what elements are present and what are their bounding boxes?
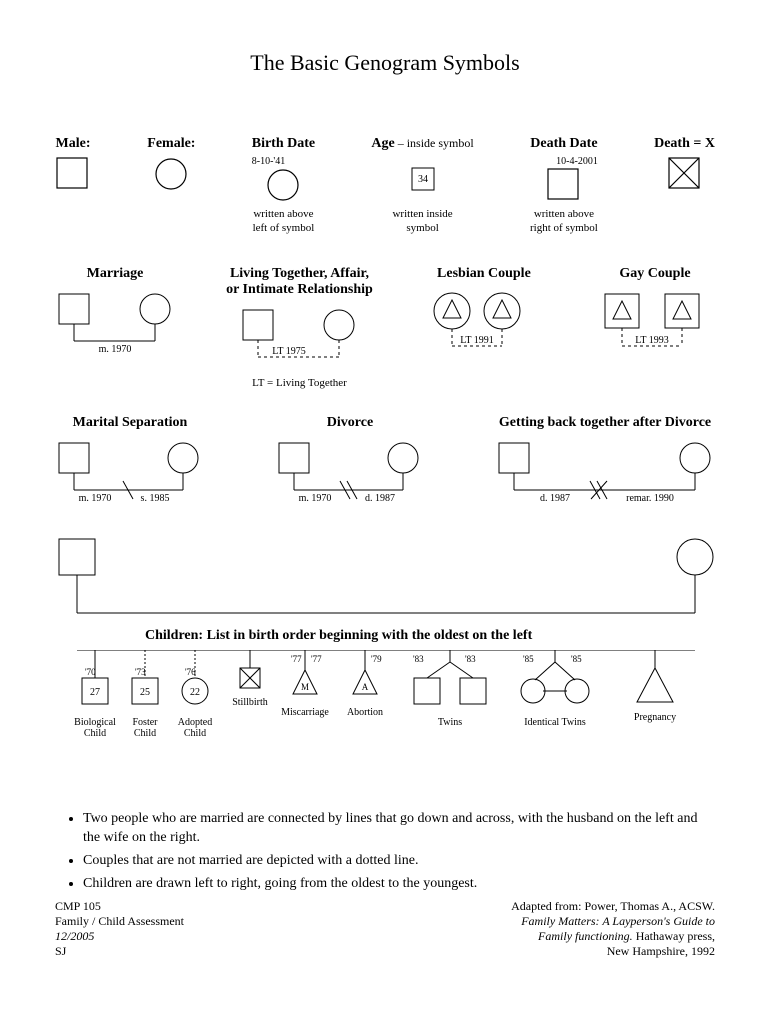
svg-text:d. 1987: d. 1987 xyxy=(365,493,395,504)
svg-text:Twins: Twins xyxy=(438,717,462,728)
female-symbol: Female: xyxy=(147,136,195,236)
svg-text:Child: Child xyxy=(184,728,206,739)
svg-text:Child: Child xyxy=(134,728,156,739)
svg-text:m. 1970: m. 1970 xyxy=(79,493,112,504)
lesbian-couple-symbol: Lesbian Couple LT 1991 xyxy=(424,266,544,390)
svg-text:m. 1970: m. 1970 xyxy=(99,344,132,355)
note-2: Couples that are not married are depicte… xyxy=(83,852,715,871)
svg-text:Pregnancy: Pregnancy xyxy=(634,712,676,723)
svg-text:M: M xyxy=(301,682,309,692)
svg-text:Adopted: Adopted xyxy=(178,717,212,728)
gay-couple-symbol: Gay Couple LT 1993 xyxy=(595,266,715,390)
svg-text:'77: '77 xyxy=(291,654,302,664)
birthdate-symbol: Birth Date 8-10-'41 written above left o… xyxy=(252,136,315,236)
remarriage-symbol: Getting back together after Divorce d. 1… xyxy=(495,415,715,510)
row-relationships: Marriage m. 1970 Living Together, Affair… xyxy=(55,266,715,390)
footer: CMP 105 Family / Child Assessment 12/200… xyxy=(55,899,715,959)
children-diagram: Children: List in birth order beginning … xyxy=(55,535,715,760)
svg-text:d. 1987: d. 1987 xyxy=(540,493,570,504)
svg-text:'70: '70 xyxy=(85,667,96,677)
svg-text:'83: '83 xyxy=(465,654,476,664)
svg-text:Foster: Foster xyxy=(133,717,159,728)
deathdate-symbol: Death Date 10-4-2001 written above right… xyxy=(530,136,598,236)
svg-text:Child: Child xyxy=(84,728,106,739)
svg-text:LT 1975: LT 1975 xyxy=(273,346,307,357)
svg-text:LT 1993: LT 1993 xyxy=(635,335,669,346)
svg-text:'77: '77 xyxy=(311,654,322,664)
svg-text:27: 27 xyxy=(90,687,100,698)
svg-text:remar. 1990: remar. 1990 xyxy=(626,493,674,504)
svg-text:Abortion: Abortion xyxy=(347,707,383,718)
male-symbol: Male: xyxy=(55,136,91,236)
note-3: Children are drawn left to right, going … xyxy=(83,875,715,894)
page-title: The Basic Genogram Symbols xyxy=(55,50,715,76)
svg-text:22: 22 xyxy=(190,687,200,698)
svg-text:'76: '76 xyxy=(185,667,196,677)
living-together-symbol: Living Together, Affair, or Intimate Rel… xyxy=(226,266,373,390)
notes-list: Two people who are married are connected… xyxy=(55,810,715,894)
svg-text:'85: '85 xyxy=(571,654,582,664)
svg-text:LT 1991: LT 1991 xyxy=(460,335,494,346)
svg-text:'79: '79 xyxy=(371,654,382,664)
svg-text:'83: '83 xyxy=(413,654,424,664)
svg-text:Biological: Biological xyxy=(74,717,116,728)
note-1: Two people who are married are connected… xyxy=(83,810,715,848)
svg-text:34: 34 xyxy=(418,174,428,185)
age-symbol: Age – inside symbol 34 written inside sy… xyxy=(371,136,473,236)
svg-text:Miscarriage: Miscarriage xyxy=(281,707,329,718)
svg-text:'85: '85 xyxy=(523,654,534,664)
separation-symbol: Marital Separation m. 1970 s. 1985 xyxy=(55,415,205,510)
svg-text:Stillbirth: Stillbirth xyxy=(232,697,268,708)
svg-text:s. 1985: s. 1985 xyxy=(141,493,170,504)
row-basic-symbols: Male: Female: Birth Date 8-10-'41 writte… xyxy=(55,136,715,236)
marriage-symbol: Marriage m. 1970 xyxy=(55,266,175,390)
svg-text:25: 25 xyxy=(140,687,150,698)
row-separation: Marital Separation m. 1970 s. 1985 Divor… xyxy=(55,415,715,510)
svg-text:Identical Twins: Identical Twins xyxy=(524,717,586,728)
children-row: '70 27 Biological Child '73 25 Foster Ch… xyxy=(55,650,715,760)
svg-text:'73: '73 xyxy=(135,667,146,677)
svg-text:m. 1970: m. 1970 xyxy=(299,493,332,504)
svg-text:A: A xyxy=(362,682,369,692)
death-symbol: Death = X xyxy=(654,136,715,236)
divorce-symbol: Divorce m. 1970 d. 1987 xyxy=(275,415,425,510)
